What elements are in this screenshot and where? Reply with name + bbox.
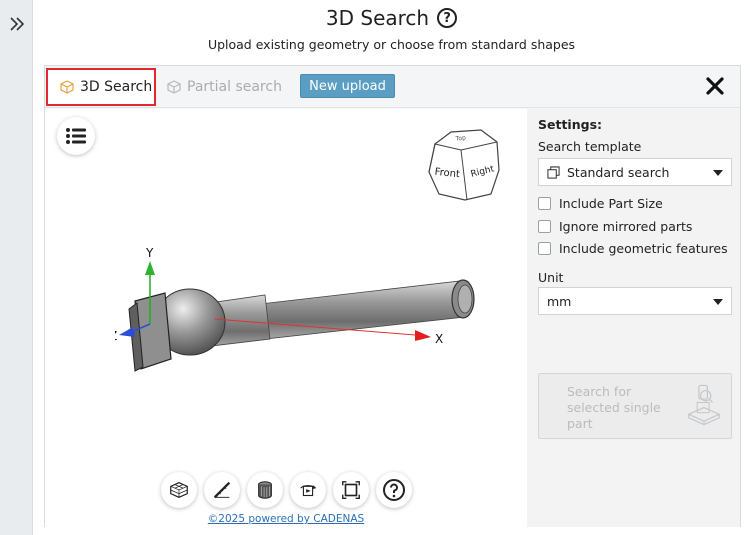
search-selected-part-button[interactable]: Search for selected single part bbox=[538, 373, 732, 439]
rotate-button[interactable] bbox=[290, 472, 326, 508]
page-title: 3D Search ? bbox=[33, 6, 750, 30]
tab-partial-search-label: Partial search bbox=[187, 79, 282, 95]
search-template-label: Search template bbox=[538, 139, 642, 154]
checkbox[interactable] bbox=[538, 242, 551, 255]
page-subtitle: Upload existing geometry or choose from … bbox=[207, 37, 576, 52]
checkbox-label: Include geometric features bbox=[559, 241, 728, 256]
checkbox[interactable] bbox=[538, 197, 551, 210]
axis-z-label: Z bbox=[115, 329, 117, 343]
double-chevron-right-icon bbox=[9, 17, 24, 31]
wireframe-icon bbox=[170, 482, 188, 498]
search-panel: 3D Search Partial search New upload Top … bbox=[44, 65, 741, 527]
settings-panel: Settings: Search template Standard searc… bbox=[527, 109, 740, 527]
wireframe-button[interactable] bbox=[161, 472, 197, 508]
fit-view-button[interactable] bbox=[333, 472, 369, 508]
settings-title: Settings: bbox=[538, 117, 603, 132]
cube-icon bbox=[60, 80, 74, 94]
3d-viewer[interactable]: Top Front Right X Y ©2025 powered by CAD… bbox=[45, 109, 527, 527]
left-rail bbox=[0, 0, 33, 535]
tab-3d-search-label: 3D Search bbox=[80, 79, 153, 95]
cylinder-shading-icon bbox=[258, 481, 272, 499]
checkbox-include-geometric-features[interactable]: Include geometric features bbox=[538, 241, 728, 256]
axis-y-label: Y bbox=[145, 246, 154, 260]
rotate-icon bbox=[300, 485, 317, 497]
tabs-bar: 3D Search Partial search New upload bbox=[45, 66, 740, 108]
page-title-text: 3D Search bbox=[325, 6, 430, 30]
chevron-down-icon bbox=[713, 170, 723, 176]
tab-3d-search[interactable]: 3D Search bbox=[46, 68, 156, 106]
list-icon bbox=[66, 128, 86, 144]
checkbox-label: Include Part Size bbox=[559, 196, 663, 211]
measure-icon bbox=[213, 481, 231, 499]
shading-button[interactable] bbox=[247, 472, 283, 508]
partial-cube-icon bbox=[167, 80, 181, 94]
search-template-select[interactable]: Standard search bbox=[538, 158, 732, 186]
viewer-help-button[interactable] bbox=[376, 472, 412, 508]
chevron-down-icon bbox=[713, 299, 723, 305]
help-icon[interactable]: ? bbox=[437, 8, 458, 28]
stack-icon bbox=[547, 165, 560, 179]
expand-sidebar-button[interactable] bbox=[2, 8, 31, 40]
tab-partial-search[interactable]: Partial search bbox=[167, 68, 282, 106]
unit-value: mm bbox=[547, 293, 572, 309]
checkbox-include-part-size[interactable]: Include Part Size bbox=[538, 196, 663, 211]
checkbox-label: Ignore mirrored parts bbox=[559, 219, 693, 234]
list-menu-button[interactable] bbox=[57, 117, 95, 155]
viewcube[interactable]: Top Front Right bbox=[421, 124, 509, 206]
search-template-value: Standard search bbox=[567, 164, 670, 180]
fit-view-icon bbox=[342, 481, 360, 499]
close-icon[interactable] bbox=[704, 75, 726, 97]
search-button-label: Search for selected single part bbox=[567, 384, 661, 431]
powered-by-link[interactable]: ©2025 powered by CADENAS bbox=[45, 513, 527, 525]
part-search-icon bbox=[687, 384, 721, 426]
3d-part-model: X Y Z bbox=[115, 246, 475, 372]
measure-button[interactable] bbox=[204, 472, 240, 508]
unit-select[interactable]: mm bbox=[538, 287, 732, 315]
help-icon bbox=[383, 479, 405, 501]
unit-label: Unit bbox=[538, 270, 564, 285]
new-upload-button[interactable]: New upload bbox=[300, 74, 395, 98]
axis-x-label: X bbox=[435, 332, 443, 346]
checkbox-ignore-mirrored-parts[interactable]: Ignore mirrored parts bbox=[538, 219, 692, 234]
checkbox[interactable] bbox=[538, 220, 551, 233]
